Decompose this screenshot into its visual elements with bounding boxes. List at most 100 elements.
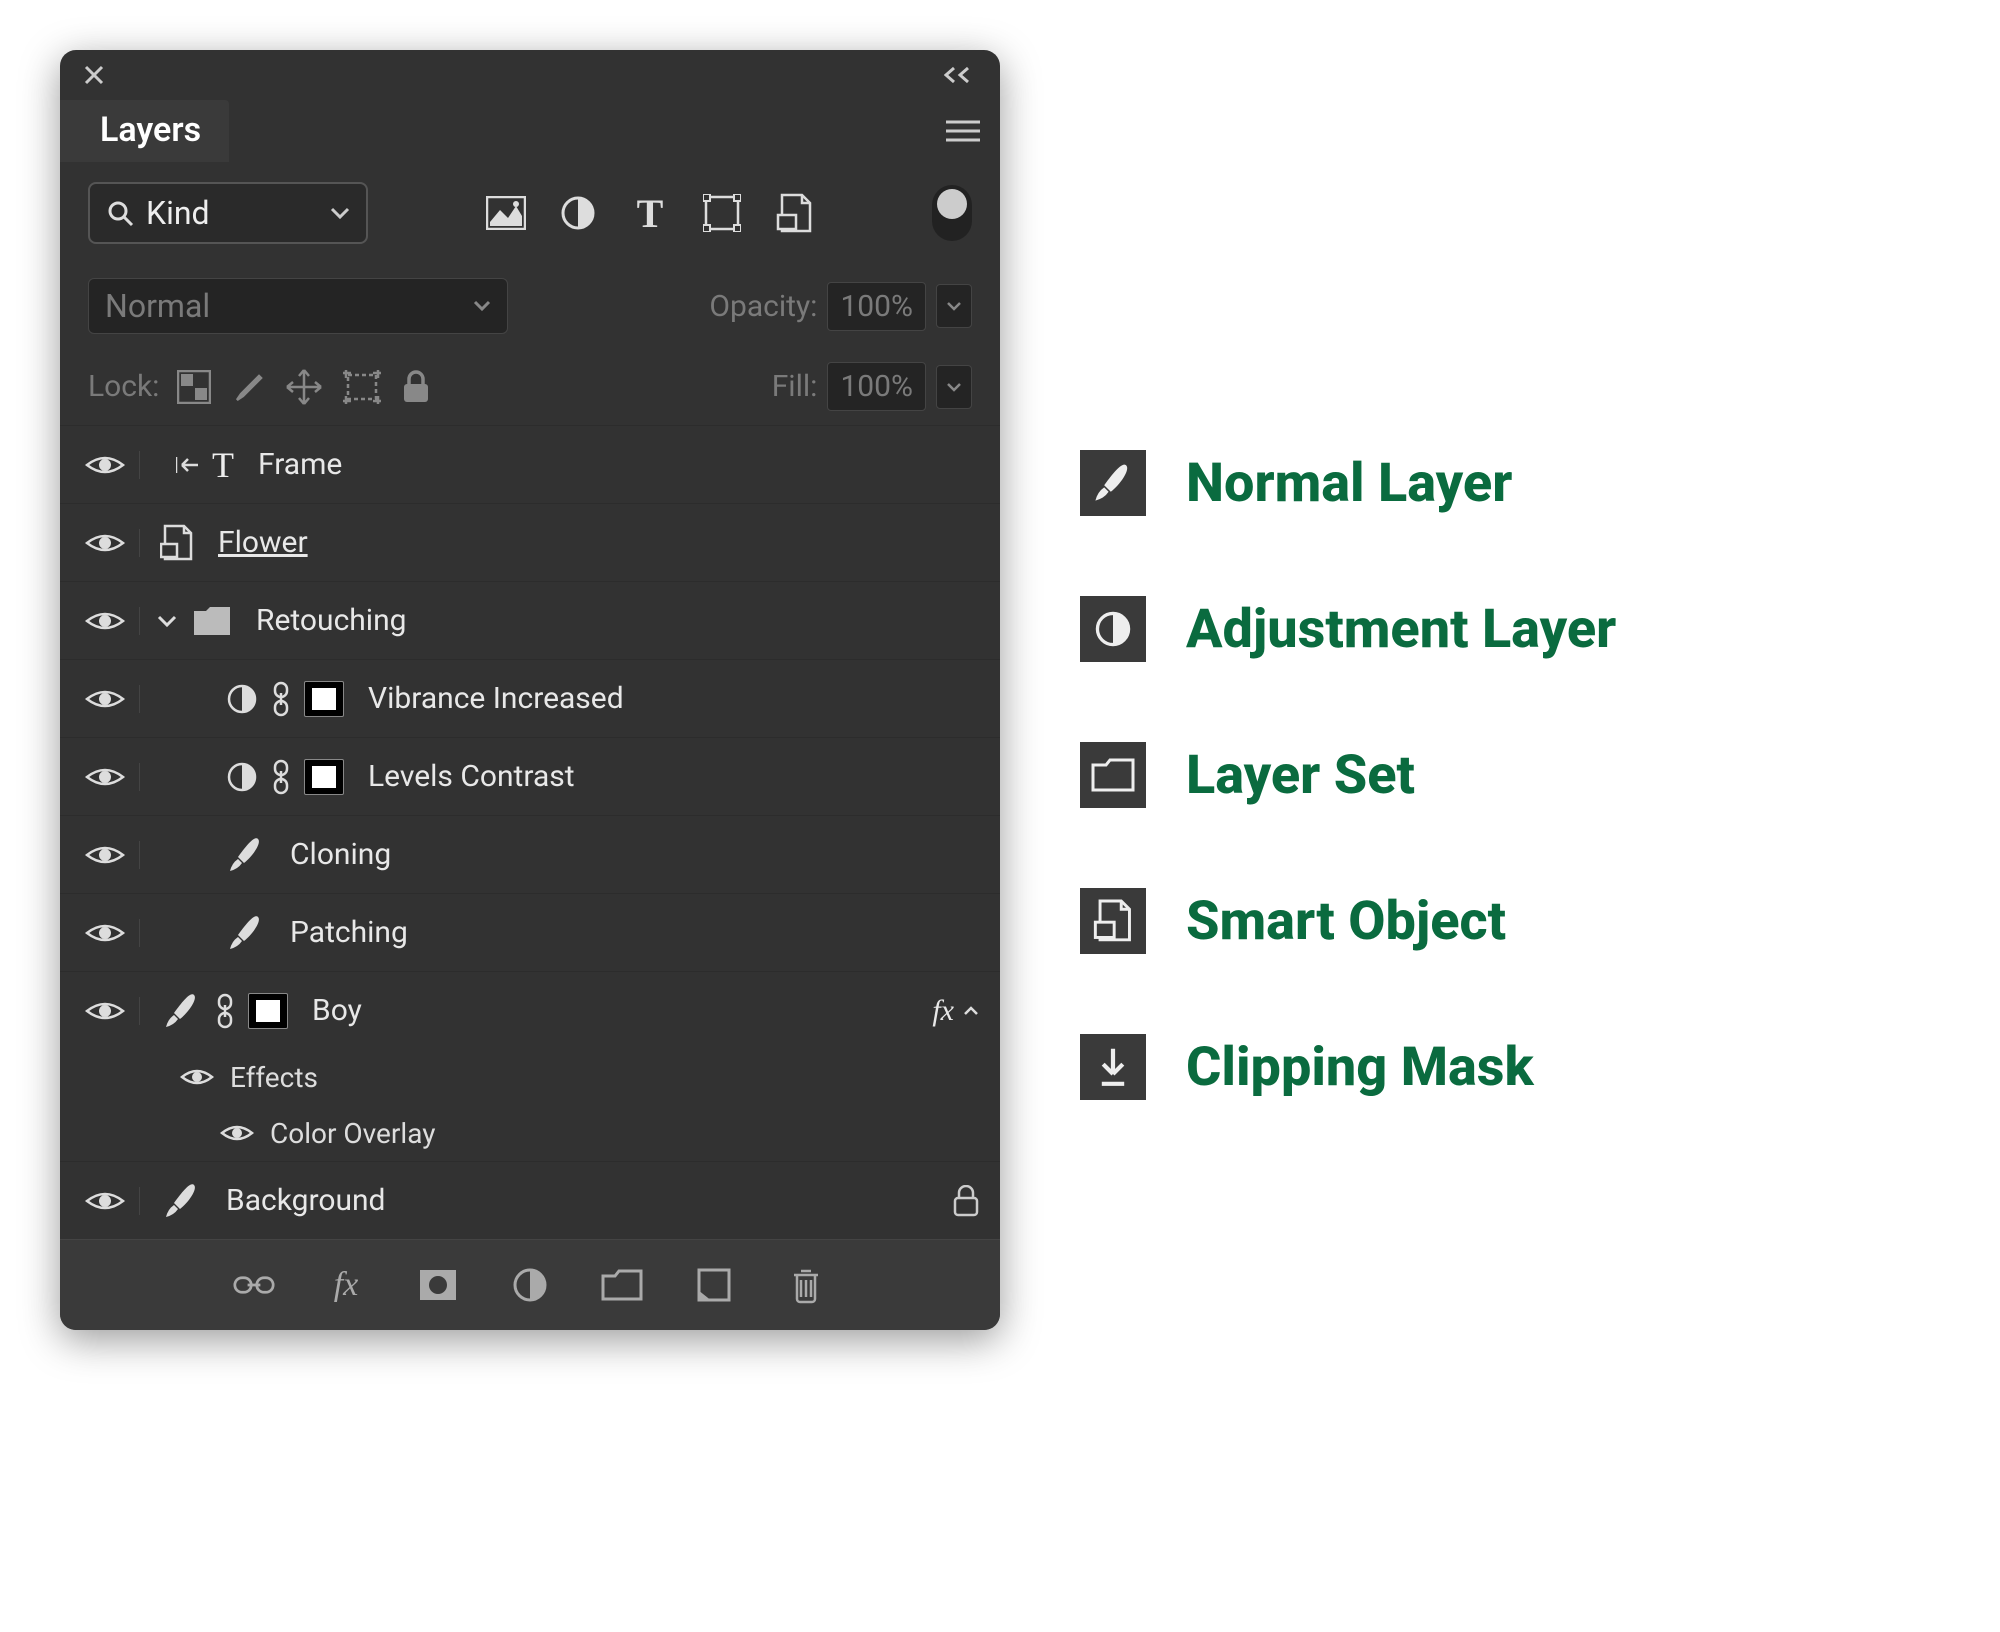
fill-caret[interactable] bbox=[936, 365, 972, 409]
collapse-icon[interactable] bbox=[944, 66, 978, 84]
smart-object-icon bbox=[1080, 888, 1146, 954]
legend: Normal Layer Adjustment Layer Layer Set … bbox=[1080, 50, 1616, 1100]
legend-row-adjustment: Adjustment Layer bbox=[1080, 596, 1616, 662]
lock-pixels-icon[interactable] bbox=[231, 370, 265, 404]
layer-row-background[interactable]: Background bbox=[60, 1161, 1000, 1239]
layer-row-boy[interactable]: Boy fx bbox=[60, 971, 1000, 1049]
layer-row-vibrance[interactable]: Vibrance Increased bbox=[60, 659, 1000, 737]
layer-list: T Frame Flower bbox=[60, 425, 1000, 1239]
layer-name: Flower bbox=[218, 525, 308, 560]
brush-icon bbox=[1080, 450, 1146, 516]
filter-type-icon[interactable]: T bbox=[630, 193, 670, 233]
filter-pixel-icon[interactable] bbox=[486, 193, 526, 233]
legend-label: Adjustment Layer bbox=[1186, 598, 1616, 661]
chevron-down-icon bbox=[330, 206, 350, 220]
visibility-toggle[interactable] bbox=[80, 1187, 140, 1215]
chevron-down-icon bbox=[473, 300, 491, 312]
chevron-down-icon[interactable] bbox=[156, 613, 178, 629]
lock-position-icon[interactable] bbox=[285, 368, 323, 406]
filter-smartobject-icon[interactable] bbox=[774, 193, 814, 233]
layer-name: Boy bbox=[312, 993, 362, 1028]
layer-name: Levels Contrast bbox=[368, 759, 575, 794]
new-group-icon[interactable] bbox=[601, 1264, 643, 1306]
effect-name: Color Overlay bbox=[270, 1117, 435, 1150]
opacity-field[interactable]: 100% bbox=[827, 282, 926, 331]
layer-mask-thumb[interactable] bbox=[304, 759, 344, 795]
adjustment-icon bbox=[226, 761, 258, 793]
visibility-toggle[interactable] bbox=[80, 841, 140, 869]
fill-group: Fill: 100% bbox=[772, 362, 972, 411]
layer-mask-thumb[interactable] bbox=[304, 681, 344, 717]
lock-label: Lock: bbox=[88, 369, 159, 404]
filter-kind-dropdown[interactable]: Kind bbox=[88, 182, 368, 244]
filter-kind-text: Kind bbox=[146, 194, 210, 232]
visibility-toggle[interactable] bbox=[80, 451, 140, 479]
layer-row-patching[interactable]: Patching bbox=[60, 893, 1000, 971]
filter-adjustment-icon[interactable] bbox=[558, 193, 598, 233]
tab-strip: Layers bbox=[60, 100, 1000, 162]
link-icon bbox=[216, 993, 234, 1029]
fx-indicator[interactable]: fx bbox=[932, 994, 980, 1028]
effects-row[interactable]: Effects bbox=[60, 1049, 1000, 1105]
visibility-toggle[interactable] bbox=[80, 529, 140, 557]
filter-toggle[interactable] bbox=[932, 185, 972, 241]
fill-field[interactable]: 100% bbox=[827, 362, 926, 411]
link-layers-icon[interactable] bbox=[233, 1264, 275, 1306]
layer-mask-thumb[interactable] bbox=[248, 993, 288, 1029]
visibility-toggle[interactable] bbox=[80, 607, 140, 635]
visibility-toggle[interactable] bbox=[80, 997, 140, 1025]
visibility-toggle[interactable] bbox=[180, 1065, 214, 1089]
new-layer-icon[interactable] bbox=[693, 1264, 735, 1306]
visibility-toggle[interactable] bbox=[80, 763, 140, 791]
layer-row-flower[interactable]: Flower bbox=[60, 503, 1000, 581]
folder-icon bbox=[1080, 742, 1146, 808]
layer-name: Retouching bbox=[256, 603, 407, 638]
panel-menu-icon[interactable] bbox=[946, 119, 980, 143]
opacity-caret[interactable] bbox=[936, 284, 972, 328]
adjustment-layer-icon[interactable] bbox=[509, 1264, 551, 1306]
layer-row-levels[interactable]: Levels Contrast bbox=[60, 737, 1000, 815]
toggle-knob bbox=[937, 189, 967, 219]
close-icon[interactable] bbox=[82, 63, 106, 87]
visibility-toggle[interactable] bbox=[80, 919, 140, 947]
filter-type-icons: T bbox=[388, 193, 912, 233]
filter-shape-icon[interactable] bbox=[702, 193, 742, 233]
effect-color-overlay-row[interactable]: Color Overlay bbox=[60, 1105, 1000, 1161]
delete-layer-icon[interactable] bbox=[785, 1264, 827, 1306]
type-layer-icon: T bbox=[212, 444, 234, 486]
lock-transparent-icon[interactable] bbox=[177, 370, 211, 404]
layer-row-frame[interactable]: T Frame bbox=[60, 425, 1000, 503]
lock-icon bbox=[952, 1185, 980, 1217]
layer-style-icon[interactable]: fx bbox=[325, 1264, 367, 1306]
clipping-mask-icon bbox=[176, 452, 198, 478]
blend-opacity-row: Normal Opacity: 100% bbox=[60, 264, 1000, 348]
link-icon bbox=[272, 759, 290, 795]
legend-label: Layer Set bbox=[1186, 744, 1415, 807]
layer-row-cloning[interactable]: Cloning bbox=[60, 815, 1000, 893]
add-mask-icon[interactable] bbox=[417, 1264, 459, 1306]
layer-name: Vibrance Increased bbox=[368, 681, 624, 716]
fill-label: Fill: bbox=[772, 369, 818, 404]
legend-label: Smart Object bbox=[1186, 890, 1506, 953]
blend-mode-dropdown[interactable]: Normal bbox=[88, 278, 508, 334]
legend-row-normal: Normal Layer bbox=[1080, 450, 1616, 516]
visibility-toggle[interactable] bbox=[220, 1121, 254, 1145]
panel-title-bar bbox=[60, 50, 1000, 100]
folder-icon bbox=[192, 605, 232, 637]
visibility-toggle[interactable] bbox=[80, 685, 140, 713]
filter-row: Kind T bbox=[60, 162, 1000, 264]
layer-row-retouching[interactable]: Retouching bbox=[60, 581, 1000, 659]
tab-layers[interactable]: Layers bbox=[60, 100, 229, 162]
layer-name: Patching bbox=[290, 915, 408, 950]
link-icon bbox=[272, 681, 290, 717]
opacity-label: Opacity: bbox=[709, 289, 817, 324]
layer-name: Frame bbox=[258, 447, 342, 482]
layers-bottom-toolbar: fx bbox=[60, 1239, 1000, 1330]
lock-all-icon[interactable] bbox=[401, 370, 431, 404]
brush-icon bbox=[226, 913, 266, 953]
adjustment-icon bbox=[226, 683, 258, 715]
layers-panel: Layers Kind bbox=[60, 50, 1000, 1330]
lock-artboard-icon[interactable] bbox=[343, 370, 381, 404]
legend-row-clipping: Clipping Mask bbox=[1080, 1034, 1616, 1100]
legend-row-layerset: Layer Set bbox=[1080, 742, 1616, 808]
